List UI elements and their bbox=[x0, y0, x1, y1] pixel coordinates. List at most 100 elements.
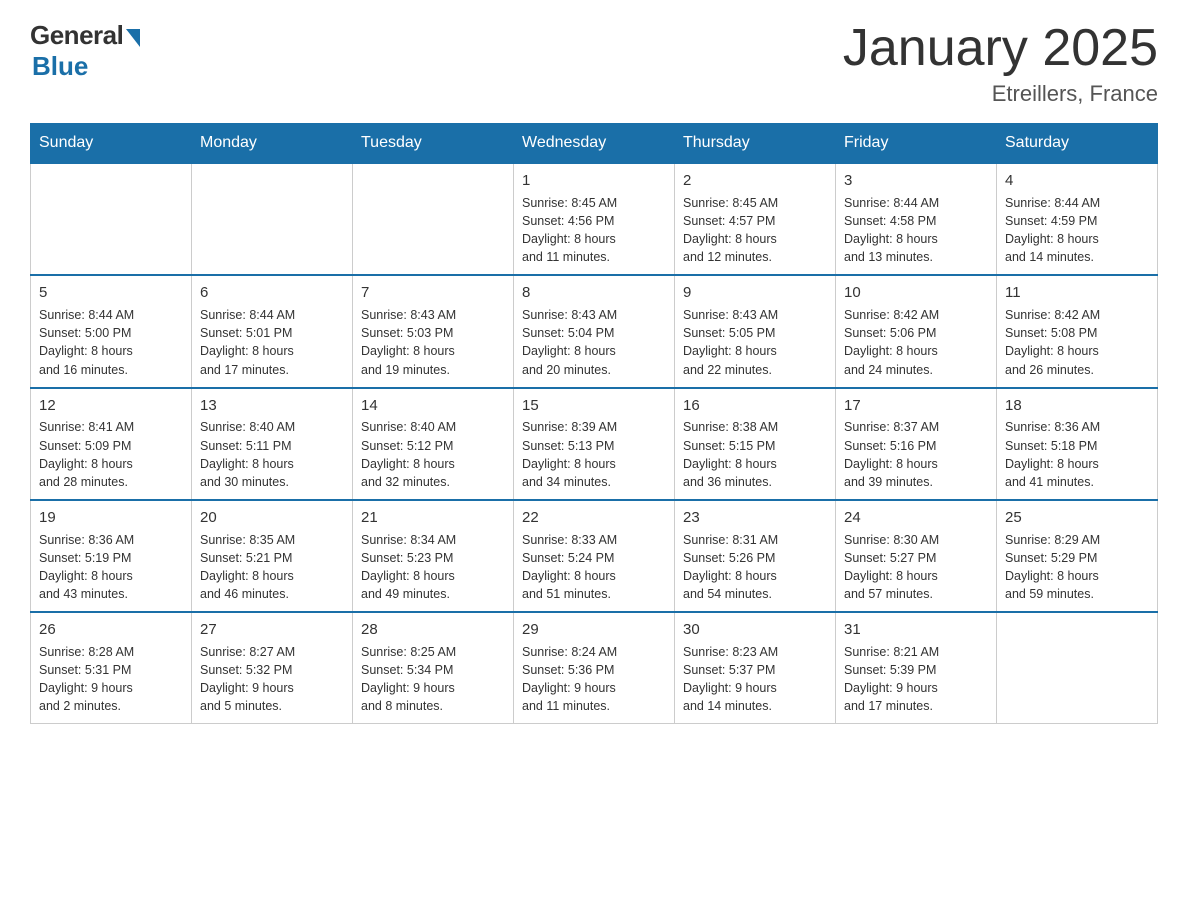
day-info: Sunrise: 8:24 AMSunset: 5:36 PMDaylight:… bbox=[522, 645, 617, 713]
calendar-day-cell: 18Sunrise: 8:36 AMSunset: 5:18 PMDayligh… bbox=[997, 388, 1158, 500]
day-number: 28 bbox=[361, 619, 505, 641]
calendar-subtitle: Etreillers, France bbox=[843, 81, 1158, 107]
calendar-day-cell: 2 Sunrise: 8:45 AMSunset: 4:57 PMDaylight… bbox=[675, 163, 836, 275]
day-number: 7 bbox=[361, 282, 505, 304]
day-info: Sunrise: 8:36 AMSunset: 5:19 PMDaylight:… bbox=[39, 533, 134, 601]
day-number: 23 bbox=[683, 507, 827, 529]
day-info: Sunrise: 8:40 AMSunset: 5:11 PMDaylight:… bbox=[200, 420, 295, 488]
day-info: Sunrise: 8:45 AMSunset: 4:57 PMDaylight:… bbox=[683, 196, 778, 264]
calendar-week-row: 1Sunrise: 8:45 AMSunset: 4:56 PMDaylight… bbox=[31, 163, 1158, 275]
day-info: Sunrise: 8:43 AMSunset: 5:05 PMDaylight:… bbox=[683, 308, 778, 376]
calendar-day-cell: 27Sunrise: 8:27 AMSunset: 5:32 PMDayligh… bbox=[192, 612, 353, 724]
page-header: General Blue January 2025 Etreillers, Fr… bbox=[30, 20, 1158, 107]
day-number: 9 bbox=[683, 282, 827, 304]
day-info: Sunrise: 8:25 AMSunset: 5:34 PMDaylight:… bbox=[361, 645, 456, 713]
day-number: 20 bbox=[200, 507, 344, 529]
day-number: 17 bbox=[844, 395, 988, 417]
calendar-title: January 2025 bbox=[843, 20, 1158, 77]
calendar-day-cell: 5Sunrise: 8:44 AMSunset: 5:00 PMDaylight… bbox=[31, 275, 192, 387]
day-info: Sunrise: 8:42 AMSunset: 5:06 PMDaylight:… bbox=[844, 308, 939, 376]
day-info: Sunrise: 8:28 AMSunset: 5:31 PMDaylight:… bbox=[39, 645, 134, 713]
calendar-day-cell: 30Sunrise: 8:23 AMSunset: 5:37 PMDayligh… bbox=[675, 612, 836, 724]
day-number: 18 bbox=[1005, 395, 1149, 417]
calendar-day-cell: 25Sunrise: 8:29 AMSunset: 5:29 PMDayligh… bbox=[997, 500, 1158, 612]
day-number: 26 bbox=[39, 619, 183, 641]
calendar-day-cell bbox=[192, 163, 353, 275]
calendar-day-cell: 11 Sunrise: 8:42 AMSunset: 5:08 PMDayligh… bbox=[997, 275, 1158, 387]
day-number: 8 bbox=[522, 282, 666, 304]
day-info: Sunrise: 8:37 AMSunset: 5:16 PMDaylight:… bbox=[844, 420, 939, 488]
day-number: 11 bbox=[1005, 282, 1149, 304]
day-number: 6 bbox=[200, 282, 344, 304]
day-number: 25 bbox=[1005, 507, 1149, 529]
calendar-week-row: 5Sunrise: 8:44 AMSunset: 5:00 PMDaylight… bbox=[31, 275, 1158, 387]
calendar-day-cell: 12 Sunrise: 8:41 AMSunset: 5:09 PMDayligh… bbox=[31, 388, 192, 500]
calendar-day-cell: 14 Sunrise: 8:40 AMSunset: 5:12 PMDayligh… bbox=[353, 388, 514, 500]
logo-arrow-icon bbox=[126, 29, 140, 47]
day-info: Sunrise: 8:40 AMSunset: 5:12 PMDaylight:… bbox=[361, 420, 456, 488]
calendar-day-cell: 28 Sunrise: 8:25 AMSunset: 5:34 PMDayligh… bbox=[353, 612, 514, 724]
day-info: Sunrise: 8:44 AMSunset: 4:59 PMDaylight:… bbox=[1005, 196, 1100, 264]
calendar-day-cell: 19Sunrise: 8:36 AMSunset: 5:19 PMDayligh… bbox=[31, 500, 192, 612]
day-number: 14 bbox=[361, 395, 505, 417]
day-info: Sunrise: 8:33 AMSunset: 5:24 PMDaylight:… bbox=[522, 533, 617, 601]
calendar-table: SundayMondayTuesdayWednesdayThursdayFrid… bbox=[30, 123, 1158, 724]
calendar-week-row: 12 Sunrise: 8:41 AMSunset: 5:09 PMDayligh… bbox=[31, 388, 1158, 500]
day-number: 4 bbox=[1005, 170, 1149, 192]
day-number: 10 bbox=[844, 282, 988, 304]
day-info: Sunrise: 8:34 AMSunset: 5:23 PMDaylight:… bbox=[361, 533, 456, 601]
calendar-day-cell: 17 Sunrise: 8:37 AMSunset: 5:16 PMDayligh… bbox=[836, 388, 997, 500]
calendar-day-cell bbox=[31, 163, 192, 275]
day-info: Sunrise: 8:31 AMSunset: 5:26 PMDaylight:… bbox=[683, 533, 778, 601]
day-info: Sunrise: 8:21 AMSunset: 5:39 PMDaylight:… bbox=[844, 645, 939, 713]
calendar-day-cell: 4 Sunrise: 8:44 AMSunset: 4:59 PMDaylight… bbox=[997, 163, 1158, 275]
day-number: 22 bbox=[522, 507, 666, 529]
calendar-day-cell: 8 Sunrise: 8:43 AMSunset: 5:04 PMDaylight… bbox=[514, 275, 675, 387]
calendar-day-cell bbox=[997, 612, 1158, 724]
weekday-header-saturday: Saturday bbox=[997, 124, 1158, 164]
day-info: Sunrise: 8:35 AMSunset: 5:21 PMDaylight:… bbox=[200, 533, 295, 601]
calendar-day-cell: 31Sunrise: 8:21 AMSunset: 5:39 PMDayligh… bbox=[836, 612, 997, 724]
calendar-day-cell: 13 Sunrise: 8:40 AMSunset: 5:11 PMDayligh… bbox=[192, 388, 353, 500]
calendar-day-cell: 26 Sunrise: 8:28 AMSunset: 5:31 PMDayligh… bbox=[31, 612, 192, 724]
weekday-header-tuesday: Tuesday bbox=[353, 124, 514, 164]
weekday-header-wednesday: Wednesday bbox=[514, 124, 675, 164]
weekday-header-sunday: Sunday bbox=[31, 124, 192, 164]
weekday-header-friday: Friday bbox=[836, 124, 997, 164]
title-area: January 2025 Etreillers, France bbox=[843, 20, 1158, 107]
day-number: 29 bbox=[522, 619, 666, 641]
day-number: 24 bbox=[844, 507, 988, 529]
day-info: Sunrise: 8:41 AMSunset: 5:09 PMDaylight:… bbox=[39, 420, 134, 488]
day-number: 30 bbox=[683, 619, 827, 641]
calendar-day-cell bbox=[353, 163, 514, 275]
calendar-day-cell: 15 Sunrise: 8:39 AMSunset: 5:13 PMDayligh… bbox=[514, 388, 675, 500]
calendar-week-row: 26 Sunrise: 8:28 AMSunset: 5:31 PMDayligh… bbox=[31, 612, 1158, 724]
calendar-day-cell: 24Sunrise: 8:30 AMSunset: 5:27 PMDayligh… bbox=[836, 500, 997, 612]
calendar-day-cell: 22 Sunrise: 8:33 AMSunset: 5:24 PMDayligh… bbox=[514, 500, 675, 612]
calendar-day-cell: 9 Sunrise: 8:43 AMSunset: 5:05 PMDaylight… bbox=[675, 275, 836, 387]
day-info: Sunrise: 8:43 AMSunset: 5:03 PMDaylight:… bbox=[361, 308, 456, 376]
day-number: 3 bbox=[844, 170, 988, 192]
day-number: 2 bbox=[683, 170, 827, 192]
day-info: Sunrise: 8:45 AMSunset: 4:56 PMDaylight:… bbox=[522, 196, 617, 264]
calendar-week-row: 19Sunrise: 8:36 AMSunset: 5:19 PMDayligh… bbox=[31, 500, 1158, 612]
day-info: Sunrise: 8:38 AMSunset: 5:15 PMDaylight:… bbox=[683, 420, 778, 488]
weekday-header-monday: Monday bbox=[192, 124, 353, 164]
day-info: Sunrise: 8:43 AMSunset: 5:04 PMDaylight:… bbox=[522, 308, 617, 376]
logo-general-text: General bbox=[30, 20, 123, 51]
day-number: 13 bbox=[200, 395, 344, 417]
day-info: Sunrise: 8:44 AMSunset: 5:01 PMDaylight:… bbox=[200, 308, 295, 376]
weekday-header-row: SundayMondayTuesdayWednesdayThursdayFrid… bbox=[31, 124, 1158, 164]
day-number: 5 bbox=[39, 282, 183, 304]
calendar-day-cell: 20 Sunrise: 8:35 AMSunset: 5:21 PMDayligh… bbox=[192, 500, 353, 612]
day-number: 15 bbox=[522, 395, 666, 417]
calendar-day-cell: 16Sunrise: 8:38 AMSunset: 5:15 PMDayligh… bbox=[675, 388, 836, 500]
calendar-day-cell: 29 Sunrise: 8:24 AMSunset: 5:36 PMDayligh… bbox=[514, 612, 675, 724]
calendar-day-cell: 23 Sunrise: 8:31 AMSunset: 5:26 PMDayligh… bbox=[675, 500, 836, 612]
day-number: 12 bbox=[39, 395, 183, 417]
calendar-day-cell: 6 Sunrise: 8:44 AMSunset: 5:01 PMDaylight… bbox=[192, 275, 353, 387]
day-info: Sunrise: 8:42 AMSunset: 5:08 PMDaylight:… bbox=[1005, 308, 1100, 376]
day-info: Sunrise: 8:27 AMSunset: 5:32 PMDaylight:… bbox=[200, 645, 295, 713]
weekday-header-thursday: Thursday bbox=[675, 124, 836, 164]
day-info: Sunrise: 8:39 AMSunset: 5:13 PMDaylight:… bbox=[522, 420, 617, 488]
